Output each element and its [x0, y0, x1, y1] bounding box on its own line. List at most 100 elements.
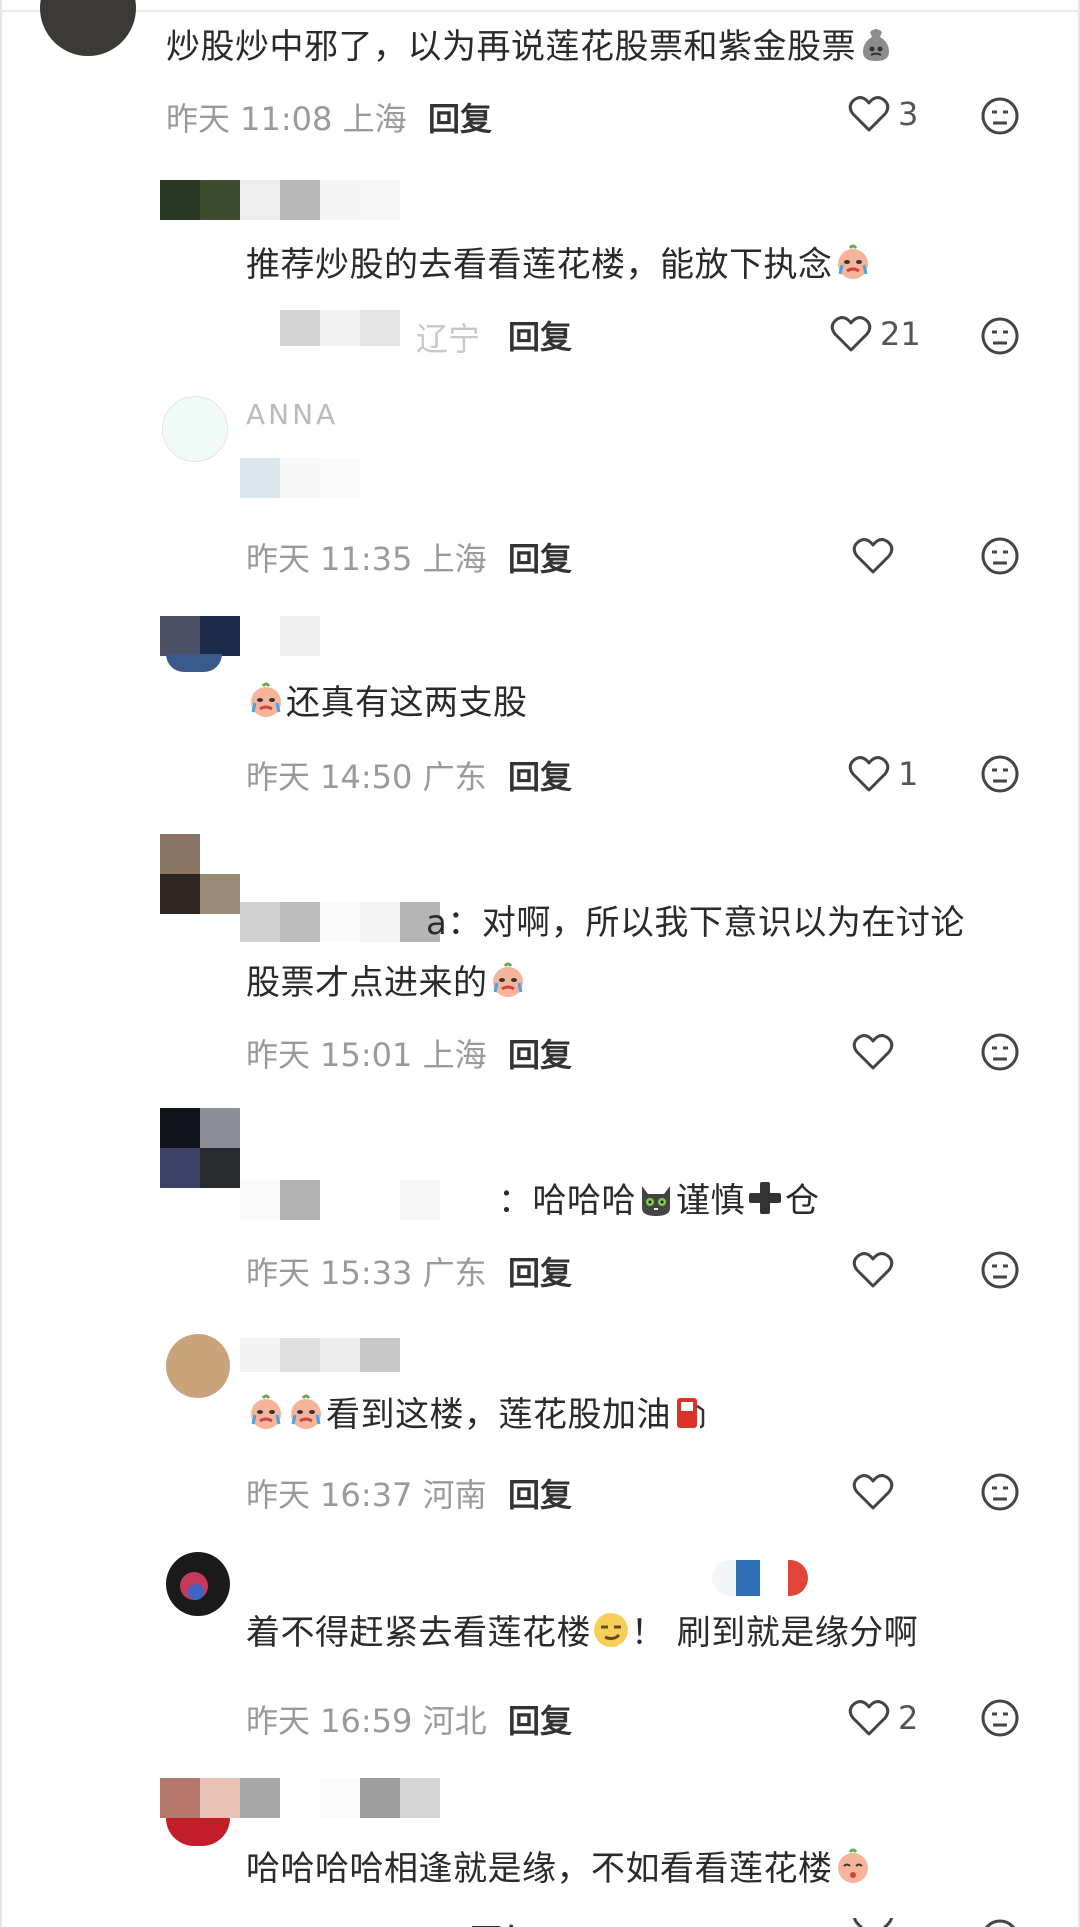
neutral-face-icon — [985, 1919, 1015, 1927]
avatar[interactable] — [166, 1552, 230, 1616]
neutral-face-icon — [981, 1473, 1019, 1511]
fuel-pump-emoji-icon — [671, 1392, 711, 1432]
like-button[interactable] — [852, 536, 894, 576]
meta-mosaic — [280, 310, 400, 346]
reply-button[interactable]: 回复 — [508, 312, 572, 358]
username-mosaic — [160, 180, 400, 220]
crying-face-emoji-icon — [246, 1392, 286, 1432]
neutral-face-icon — [981, 97, 1019, 135]
like-button[interactable] — [852, 1918, 894, 1927]
heart-outline-icon — [848, 1700, 890, 1736]
neutral-face-icon — [981, 1699, 1019, 1737]
badge-mosaic — [712, 1560, 808, 1596]
heart-outline-icon — [852, 1034, 894, 1070]
reply-button[interactable]: 回复 — [428, 94, 492, 140]
comment-text: 还真有这两支股 — [246, 674, 528, 732]
comment-item: 着不得赶紧去看莲花楼 ！ 刷到就是缘分啊 昨天 16:59 河北 回复 2 — [0, 1552, 1080, 1742]
heart-outline-icon — [848, 96, 890, 132]
comment-item: 哈哈哈哈相逢就是缘，不如看看莲花楼 回复 — [0, 1778, 1080, 1927]
avatar[interactable] — [166, 1334, 230, 1398]
comment-text: 推荐炒股的去看看莲花楼，能放下执念 — [246, 236, 873, 294]
username-fragment: ANNA — [246, 398, 339, 431]
dislike-button[interactable] — [980, 96, 1020, 140]
comment-item: a：对啊，所以我下意识以为在讨论 股票才点进来的 昨天 15:01 上海 回复 — [0, 834, 1080, 1074]
comment-item: ：哈哈哈 谨慎 仓 昨天 15:33 广东 回复 — [0, 1108, 1080, 1292]
dislike-button[interactable] — [980, 1250, 1020, 1294]
comment-text: a：对啊，所以我下意识以为在讨论 — [426, 903, 965, 943]
dislike-button[interactable] — [980, 536, 1020, 580]
like-button[interactable]: 3 — [848, 94, 918, 134]
neutral-face-icon — [981, 1033, 1019, 1071]
dislike-button[interactable] — [980, 754, 1020, 798]
like-count: 21 — [880, 315, 921, 353]
like-count: 2 — [898, 1699, 919, 1737]
like-button[interactable]: 2 — [848, 1698, 918, 1738]
username-mosaic — [160, 1778, 440, 1818]
heart-outline-icon — [852, 538, 894, 574]
comment-item: 炒股炒中邪了，以为再说莲花股票和紫金股票 昨天 11:08 上海 回复 3 — [0, 0, 1080, 150]
comment-text: 哈哈哈哈相逢就是缘，不如看看莲花楼 — [246, 1840, 873, 1898]
comment-text-line2: 股票才点进来的 — [246, 954, 528, 1012]
smirking-face-emoji-icon — [591, 1610, 631, 1650]
comment-meta: 昨天 11:35 上海 — [246, 540, 487, 578]
comment-meta-partial: 辽宁 — [416, 320, 481, 358]
heart-outline-icon — [852, 1474, 894, 1510]
avatar-mosaic — [160, 1108, 240, 1188]
comment-meta: 昨天 15:33 广东 — [246, 1254, 487, 1292]
reply-button[interactable]: 回复 — [508, 534, 572, 580]
plus-emoji-icon — [745, 1178, 785, 1218]
crying-face-emoji-icon — [488, 960, 528, 1000]
username-mosaic — [160, 616, 320, 656]
heart-outline-icon — [830, 316, 872, 352]
dislike-button[interactable] — [980, 1032, 1020, 1076]
dislike-button[interactable] — [980, 1918, 1020, 1927]
comment-meta: 昨天 15:01 上海 — [246, 1036, 487, 1074]
dislike-button[interactable] — [980, 1472, 1020, 1516]
text-mosaic — [240, 458, 360, 498]
comment-text: 炒股炒中邪了，以为再说莲花股票和紫金股票 — [166, 18, 896, 76]
comment-text: ：哈哈哈 谨慎 仓 — [498, 1172, 820, 1230]
mention-mosaic — [240, 1180, 440, 1220]
crying-face-emoji-icon — [833, 242, 873, 282]
neutral-face-icon — [981, 1251, 1019, 1289]
comment-item: 还真有这两支股 昨天 14:50 广东 回复 1 — [0, 616, 1080, 796]
reply-button[interactable]: 回复 — [508, 752, 572, 798]
dislike-button[interactable] — [980, 316, 1020, 360]
mention-mosaic — [240, 902, 440, 942]
comment-item: 看到这楼，莲花股加油 昨天 16:37 河南 回复 — [0, 1334, 1080, 1514]
comment-text: 着不得赶紧去看莲花楼 ！ 刷到就是缘分啊 — [246, 1604, 918, 1662]
reply-button[interactable]: 回复 — [508, 1248, 572, 1294]
peach-face-emoji-icon — [833, 1846, 873, 1886]
avatar[interactable] — [40, 0, 136, 56]
reply-button[interactable]: 回复 — [470, 1916, 534, 1927]
like-count: 3 — [898, 95, 919, 133]
cat-face-emoji-icon — [636, 1178, 676, 1218]
crying-face-emoji-icon — [286, 1392, 326, 1432]
comment-meta: 昨天 16:37 河南 — [246, 1476, 487, 1514]
like-button[interactable]: 21 — [830, 314, 921, 354]
reply-button[interactable]: 回复 — [508, 1030, 572, 1076]
reply-button[interactable]: 回复 — [508, 1696, 572, 1742]
heart-outline-icon — [852, 1252, 894, 1288]
heart-outline-icon — [853, 1918, 893, 1927]
avatar[interactable] — [166, 654, 222, 672]
money-bag-emoji-icon — [856, 24, 896, 64]
comment-item: 推荐炒股的去看看莲花楼，能放下执念 辽宁 回复 21 — [0, 180, 1080, 370]
heart-outline-icon — [848, 756, 890, 792]
avatar[interactable] — [162, 396, 228, 462]
like-button[interactable] — [852, 1032, 894, 1072]
like-count: 1 — [898, 755, 919, 793]
like-button[interactable]: 1 — [848, 754, 918, 794]
comment-item: ANNA 昨天 11:35 上海 回复 — [0, 396, 1080, 586]
neutral-face-icon — [981, 755, 1019, 793]
avatar[interactable] — [166, 1818, 230, 1846]
username-mosaic — [240, 1338, 400, 1372]
reply-button[interactable]: 回复 — [508, 1470, 572, 1516]
like-button[interactable] — [852, 1250, 894, 1290]
like-button[interactable] — [852, 1472, 894, 1512]
avatar-mosaic — [160, 834, 240, 914]
dislike-button[interactable] — [980, 1698, 1020, 1742]
crying-face-emoji-icon — [246, 680, 286, 720]
comment-meta: 昨天 16:59 河北 — [246, 1702, 487, 1740]
comment-text: 看到这楼，莲花股加油 — [246, 1386, 711, 1444]
